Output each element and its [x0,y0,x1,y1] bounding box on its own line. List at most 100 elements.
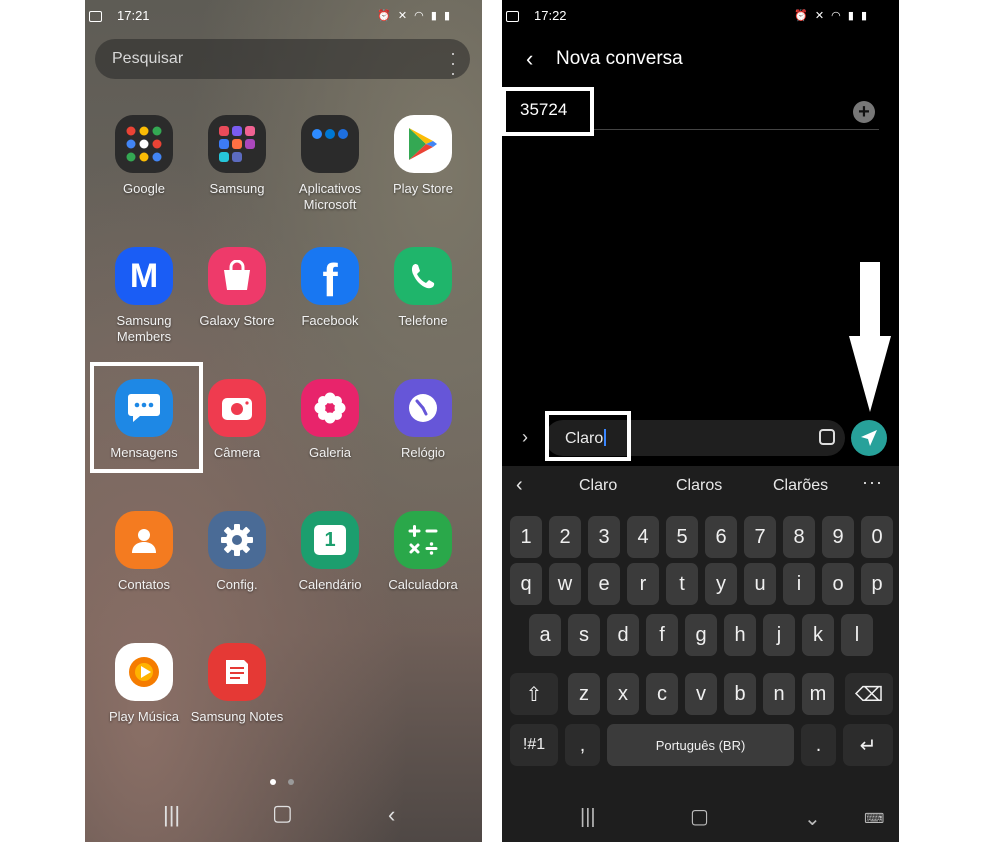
app-play-store[interactable]: Play Store [373,115,473,197]
key-1[interactable]: 1 [510,516,542,558]
key-k[interactable]: k [802,614,834,656]
app-label: Samsung [209,181,265,196]
keyboard-switch-icon[interactable]: ⌨ [864,810,884,827]
app-microsoft[interactable]: Aplicativos Microsoft [280,115,380,213]
app-relogio[interactable]: Relógio [373,379,473,461]
suggestion-2[interactable]: Claros [676,477,722,495]
key-q[interactable]: q [510,563,542,605]
shift-key[interactable]: ⇧ [510,673,558,715]
app-label: Calculadora [388,577,458,592]
navigation-bar: ||| ▢ ‹ [85,792,482,842]
home-icon[interactable]: ▢ [690,804,709,829]
app-label: Config. [216,577,258,592]
key-f[interactable]: f [646,614,678,656]
recent-apps-icon[interactable]: ||| [580,806,596,829]
comma-key[interactable]: , [565,724,600,766]
galaxy-store-icon [208,247,266,305]
back-icon[interactable]: ‹ [388,802,395,828]
key-v[interactable]: v [685,673,717,715]
home-icon[interactable]: ▢ [272,800,293,826]
key-w[interactable]: w [549,563,581,605]
search-bar[interactable]: Pesquisar · · · [95,39,470,82]
app-label: Samsung Notes [190,709,284,724]
key-u[interactable]: u [744,563,776,605]
app-label: Galeria [309,445,351,460]
app-play-musica[interactable]: Play Música [94,643,194,725]
app-telefone[interactable]: Telefone [373,247,473,329]
more-options-icon[interactable]: · · · [450,44,456,82]
battery-icon: ▮ [443,10,452,22]
wifi-icon: ◠ [831,10,843,22]
app-samsung-members[interactable]: M Samsung Members [94,247,194,345]
key-6[interactable]: 6 [705,516,737,558]
key-t[interactable]: t [666,563,698,605]
key-e[interactable]: e [588,563,620,605]
gallery-icon [301,379,359,437]
sticker-icon[interactable] [819,429,835,445]
app-google[interactable]: Google [94,115,194,197]
key-c[interactable]: c [646,673,678,715]
key-x[interactable]: x [607,673,639,715]
key-g[interactable]: g [685,614,717,656]
key-l[interactable]: l [841,614,873,656]
key-m[interactable]: m [802,673,834,715]
key-9[interactable]: 9 [822,516,854,558]
suggestion-3[interactable]: Clarões [773,477,828,495]
send-button[interactable] [851,420,887,456]
key-z[interactable]: z [568,673,600,715]
key-2[interactable]: 2 [549,516,581,558]
app-contatos[interactable]: Contatos [94,511,194,593]
space-key[interactable]: Português (BR) [607,724,794,766]
app-galeria[interactable]: Galeria [280,379,380,461]
key-y[interactable]: y [705,563,737,605]
key-b[interactable]: b [724,673,756,715]
key-j[interactable]: j [763,614,795,656]
keyboard: ‹ Claro Claros Clarões ··· 1234567890 qw… [502,466,899,842]
period-key[interactable]: . [801,724,836,766]
key-3[interactable]: 3 [588,516,620,558]
back-arrow-icon[interactable]: ‹ [526,46,533,72]
key-d[interactable]: d [607,614,639,656]
key-n[interactable]: n [763,673,795,715]
key-p[interactable]: p [861,563,893,605]
enter-key[interactable]: ↵ [843,724,893,766]
mute-icon: ✕ [397,10,410,22]
key-r[interactable]: r [627,563,659,605]
add-recipient-icon[interactable]: + [853,101,875,123]
hide-keyboard-icon[interactable]: ⌄ [804,806,821,831]
app-calculadora[interactable]: Calculadora [373,511,473,593]
suggestion-1[interactable]: Claro [579,477,617,495]
key-i[interactable]: i [783,563,815,605]
conversation-header: ‹ Nova conversa [502,44,899,74]
app-label: Samsung Members [116,313,172,344]
more-icon[interactable]: ··· [862,472,883,493]
status-bar: 17:22 ⏰ ✕ ◠ ▮ ▮ [502,8,899,26]
message-highlight-box [545,411,631,461]
app-galaxy-store[interactable]: Galaxy Store [187,247,287,329]
app-config[interactable]: Config. [187,511,287,593]
recent-apps-icon[interactable]: ||| [163,802,180,828]
contacts-icon [115,511,173,569]
app-samsung-notes[interactable]: Samsung Notes [187,643,287,725]
app-calendario[interactable]: 1 Calendário [280,511,380,593]
symbols-key[interactable]: !#1 [510,724,558,766]
app-facebook[interactable]: f Facebook [280,247,380,329]
key-0[interactable]: 0 [861,516,893,558]
key-s[interactable]: s [568,614,600,656]
mensagens-highlight-box [90,362,203,473]
status-icons: ⏰ ✕ ◠ ▮ ▮ [377,9,452,22]
microsoft-folder-icon [301,115,359,173]
key-h[interactable]: h [724,614,756,656]
calendar-day: 1 [314,525,346,555]
new-conversation-screen: 17:22 ⏰ ✕ ◠ ▮ ▮ ‹ Nova conversa 35724 + … [502,0,899,842]
collapse-suggestions-icon[interactable]: ‹ [516,474,523,497]
key-7[interactable]: 7 [744,516,776,558]
key-o[interactable]: o [822,563,854,605]
app-samsung[interactable]: Samsung [187,115,287,197]
key-8[interactable]: 8 [783,516,815,558]
expand-icon[interactable]: › [522,427,528,448]
backspace-key[interactable]: ⌫ [845,673,893,715]
key-a[interactable]: a [529,614,561,656]
key-5[interactable]: 5 [666,516,698,558]
key-4[interactable]: 4 [627,516,659,558]
